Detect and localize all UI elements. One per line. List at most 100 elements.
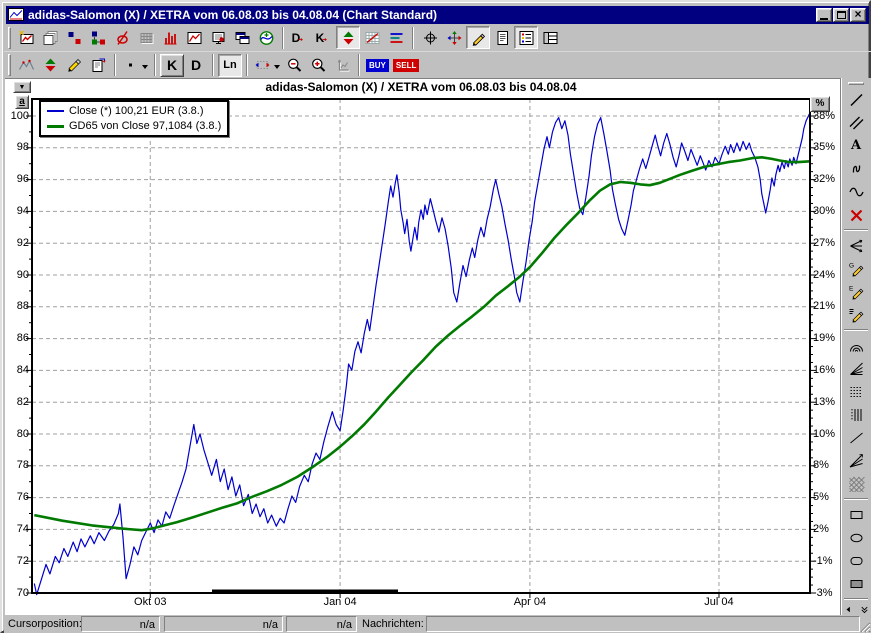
log-scale-button-label: Ln (221, 59, 238, 71)
hlines-icon (388, 30, 405, 46)
zoom-out-button[interactable] (282, 54, 306, 77)
time-zones-button[interactable] (844, 403, 869, 426)
rounded-rect-tool-button[interactable] (844, 549, 869, 572)
new-chart-button[interactable] (14, 26, 38, 49)
y-axis-right-label: 24% (813, 269, 835, 281)
grid-chart-button[interactable] (360, 26, 384, 49)
y-axis-left-label: 96 (5, 173, 29, 185)
range-indicator[interactable] (212, 590, 398, 594)
y-axis-left-label: 100 (5, 110, 29, 122)
speed-fan-icon (848, 453, 865, 469)
rectangle-tool-button[interactable] (844, 503, 869, 526)
speed-lines-button[interactable] (844, 449, 869, 472)
legend-item: Close (*) 100,21 EUR (3.8.) (47, 105, 221, 117)
chart-pages-button[interactable] (38, 26, 62, 49)
draw-pencil-button[interactable] (466, 26, 490, 49)
cascade-windows-button[interactable] (230, 26, 254, 49)
more-tools-button[interactable] (858, 603, 871, 615)
maximize-button[interactable] (833, 8, 849, 22)
fibonacci-retracement-button[interactable] (844, 380, 869, 403)
kurs-chart-button[interactable]: K (160, 54, 184, 77)
log-scale-button[interactable]: Ln (218, 54, 242, 77)
signal-triangles-button[interactable] (336, 26, 360, 49)
y-axis-right-label: 2% (813, 523, 829, 535)
horizontal-scale-button[interactable] (252, 54, 282, 77)
line-style-button[interactable] (120, 54, 150, 77)
filled-rect-tool-button[interactable] (844, 572, 869, 595)
annotate-button[interactable] (62, 54, 86, 77)
elliott-tool-button[interactable]: E (844, 280, 869, 303)
legend-item: GD65 von Close 97,1084 (3.8.) (47, 120, 221, 132)
price-chart[interactable] (5, 79, 840, 616)
y-axis-right-label: -1% (813, 555, 833, 567)
weekly-period-button[interactable]: K (312, 26, 336, 49)
axis-auto-button[interactable]: a (15, 95, 29, 109)
update-data-button[interactable] (254, 26, 278, 49)
red-x-icon (848, 207, 865, 223)
sell-button[interactable]: SELL (391, 54, 421, 77)
resize-grip[interactable] (858, 620, 871, 633)
support-lines-button[interactable] (384, 26, 408, 49)
axis-settings-button (330, 54, 354, 77)
portfolio-button[interactable] (86, 26, 110, 49)
deactivate-draw-button[interactable] (110, 26, 134, 49)
fibonacci-fan-button[interactable] (844, 357, 869, 380)
text-tool-button[interactable]: A (844, 134, 869, 157)
zoom-in-button[interactable] (306, 54, 330, 77)
zoom-in-icon (310, 57, 327, 73)
gann-tool-button[interactable]: G (844, 257, 869, 280)
symbol-compare-button[interactable] (62, 26, 86, 49)
grid-overlay-button[interactable] (844, 472, 869, 495)
parallel-channel-button[interactable] (844, 111, 869, 134)
watchlist-button[interactable] (514, 26, 538, 49)
layout-button[interactable] (538, 26, 562, 49)
move-mode-button[interactable] (442, 26, 466, 49)
news-board-button[interactable] (206, 26, 230, 49)
ellipse-tool-button[interactable] (844, 526, 869, 549)
trend-line-button[interactable] (844, 88, 869, 111)
line-chart-button[interactable] (182, 26, 206, 49)
triangles-icon (340, 30, 357, 46)
diagonal-line-button[interactable] (844, 426, 869, 449)
zoom-out-icon (286, 57, 303, 73)
volume-chart-button[interactable] (158, 26, 182, 49)
regression-channel-button[interactable] (844, 234, 869, 257)
fibonacci-arcs-button[interactable] (844, 334, 869, 357)
y-axis-right-label: 27% (813, 237, 835, 249)
depot-chart-button[interactable]: D (184, 54, 208, 77)
chart-properties-button[interactable] (86, 54, 110, 77)
histogram-icon (162, 30, 179, 46)
daily-period-button[interactable]: D (288, 26, 312, 49)
minimize-icon (820, 18, 828, 20)
toolbar-separator (246, 54, 248, 76)
buy-button[interactable]: BUY (364, 54, 391, 77)
delete-drawings-button[interactable] (844, 203, 869, 226)
title-bar[interactable]: adidas-Salomon (X) / XETRA vom 06.08.03 … (6, 6, 869, 24)
wave-tool-button[interactable] (844, 180, 869, 203)
y-axis-right-label: 35% (813, 141, 835, 153)
svg-text:E: E (849, 285, 854, 292)
curve-tool-button[interactable] (844, 157, 869, 180)
axis-ticks (26, 116, 816, 598)
close-button[interactable]: × (850, 8, 866, 22)
chart-globe-icon (258, 30, 275, 46)
minimize-button[interactable] (816, 8, 832, 22)
signals-button[interactable] (38, 54, 62, 77)
table-icon (138, 30, 155, 46)
legend-label: GD65 von Close 97,1084 (3.8.) (69, 120, 221, 132)
cascade-windows-icon (234, 30, 251, 46)
toolbar-separator (8, 27, 11, 49)
measure-tool-button[interactable] (844, 303, 869, 326)
pages-icon (42, 30, 59, 46)
legend-label: Close (*) 100,21 EUR (3.8.) (69, 105, 204, 117)
pane-dropdown-button[interactable]: ▼ (13, 81, 31, 93)
crosshatch-icon (848, 476, 865, 492)
scroll-tools-left-button[interactable] (842, 603, 855, 615)
y-axis-right-label: 38% (813, 110, 835, 122)
y-axis-right-label: 30% (813, 205, 835, 217)
protocol-button[interactable] (490, 26, 514, 49)
crosshair-icon (422, 30, 439, 46)
indicator-button[interactable] (14, 54, 38, 77)
crosshair-button[interactable] (418, 26, 442, 49)
chevron-down-icon (274, 65, 280, 72)
